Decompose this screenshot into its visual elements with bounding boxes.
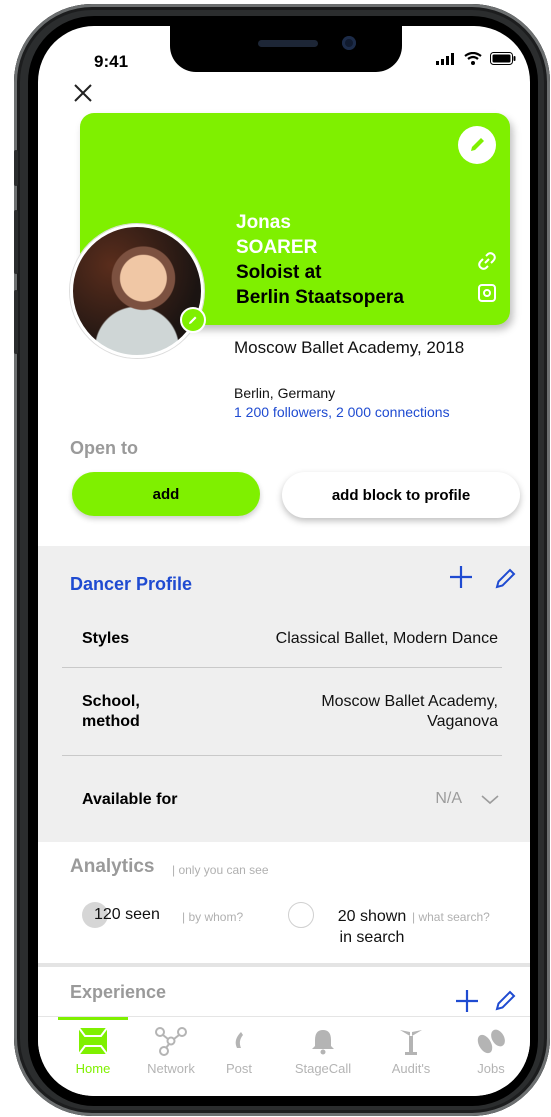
- profile-row-available[interactable]: Available for N/A: [62, 756, 502, 842]
- side-button: [14, 210, 18, 274]
- avatar: [70, 224, 204, 358]
- post-icon: [235, 1032, 243, 1048]
- signal-icon: [436, 52, 454, 65]
- row-label-line: method: [82, 713, 140, 730]
- tab-label: Network: [147, 1061, 195, 1076]
- add-button[interactable]: add: [72, 472, 260, 516]
- jobs-icon: [477, 1029, 505, 1054]
- what-search-link[interactable]: | what search?: [412, 910, 490, 924]
- tab-stagecall[interactable]: StageCall: [288, 1025, 358, 1076]
- open-to-heading: Open to: [70, 438, 138, 458]
- instagram-icon[interactable]: [478, 284, 496, 302]
- row-label: School, method: [82, 692, 140, 732]
- experience-title: Experience: [70, 982, 167, 1002]
- pencil-icon[interactable]: [494, 566, 518, 590]
- row-label-line: School,: [82, 693, 140, 710]
- banner-text: Jonas SOARER Soloist at Berlin Staatsope…: [236, 210, 404, 310]
- wifi-icon: [464, 52, 482, 65]
- dancer-profile-section: Dancer Profile Styles Classical Ballet, …: [38, 546, 530, 842]
- profile-row-styles: Styles Classical Ballet, Modern Dance: [62, 618, 502, 668]
- dancer-profile-title: Dancer Profile: [70, 574, 193, 594]
- tab-label: Jobs: [477, 1061, 505, 1076]
- tab-jobs[interactable]: Jobs: [456, 1025, 526, 1076]
- app-screen: 9:41 Jonas SOARER Soloist at Berlin Staa…: [38, 26, 530, 1096]
- battery-icon: [490, 52, 516, 65]
- analytics-subtitle: | only you can see: [172, 863, 269, 877]
- home-icon: [78, 1027, 108, 1055]
- last-name: SOARER: [236, 237, 318, 258]
- row-value: N/A: [435, 790, 462, 807]
- camera: [342, 36, 356, 50]
- status-time: 9:41: [94, 52, 129, 71]
- edit-banner-button[interactable]: [458, 126, 496, 164]
- speaker: [258, 40, 318, 47]
- row-value: Classical Ballet, Modern Dance: [275, 630, 498, 647]
- bell-icon: [312, 1030, 334, 1055]
- status-icons: [436, 52, 516, 65]
- analytics-title: Analytics: [70, 856, 155, 877]
- row-label: Styles: [82, 630, 130, 647]
- side-button: [14, 150, 18, 186]
- shown-line: in search: [339, 929, 405, 946]
- tab-label: Post: [225, 1061, 252, 1076]
- row-value: Moscow Ballet Academy, Vaganova: [321, 692, 498, 732]
- add-icon[interactable]: [448, 564, 474, 590]
- first-name: Jonas: [236, 212, 291, 233]
- role-line-1: Soloist at: [236, 262, 322, 283]
- row-value-line: Moscow Ballet Academy,: [321, 693, 498, 710]
- by-whom-link[interactable]: | by whom?: [182, 910, 243, 924]
- close-icon[interactable]: [72, 82, 94, 104]
- side-button: [14, 290, 18, 354]
- pencil-icon: [471, 138, 484, 151]
- link-icon[interactable]: [478, 252, 496, 270]
- role-line-2: Berlin Staatsopera: [236, 287, 404, 308]
- audition-icon: [400, 1030, 422, 1055]
- add-block-button[interactable]: add block to profile: [282, 472, 520, 518]
- add-icon[interactable]: [454, 988, 480, 1014]
- row-value-line: Vaganova: [427, 713, 498, 730]
- tab-home[interactable]: Home: [58, 1025, 128, 1076]
- tab-auditions[interactable]: Audit's: [376, 1025, 446, 1076]
- academy-line: Moscow Ballet Academy, 2018: [234, 338, 465, 357]
- location: Berlin, Germany: [234, 385, 336, 401]
- tab-label: Audit's: [391, 1061, 431, 1076]
- tab-indicator: [58, 1017, 128, 1020]
- section-divider: [38, 963, 530, 967]
- chevron-down-icon[interactable]: [480, 794, 500, 806]
- network-icon: [155, 1027, 187, 1056]
- seen-count: 120 seen: [94, 906, 160, 923]
- edit-avatar-button[interactable]: [180, 307, 206, 333]
- tab-bar: Home Network Post StageCall Audit's Jobs: [38, 1016, 530, 1096]
- followers-link[interactable]: 1 200 followers, 2 000 connections: [234, 404, 450, 420]
- tab-post[interactable]: Post: [204, 1025, 274, 1076]
- pencil-icon: [189, 316, 197, 324]
- tab-network[interactable]: Network: [136, 1025, 206, 1076]
- tab-label: Home: [75, 1061, 111, 1076]
- row-label: Available for: [82, 791, 178, 808]
- pencil-icon[interactable]: [494, 988, 518, 1012]
- tab-label: StageCall: [294, 1061, 352, 1076]
- profile-row-school: School, method Moscow Ballet Academy, Va…: [62, 668, 502, 756]
- notch: [170, 26, 402, 72]
